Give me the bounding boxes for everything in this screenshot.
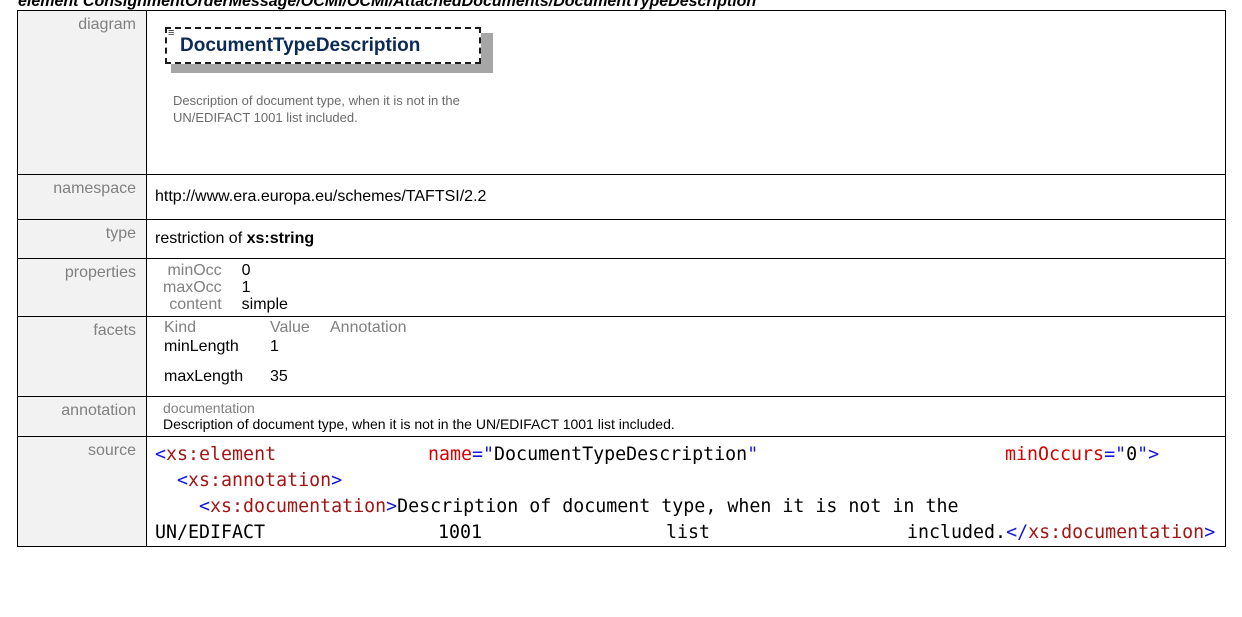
facets-header-annotation: Annotation (330, 319, 407, 336)
attribute-value: 0 (1126, 444, 1138, 465)
source-row: source <xs:element name="DocumentTypeDesc… (17, 436, 1226, 547)
diagram-row: diagram ≡ DocumentTypeDescription Descri… (17, 10, 1226, 175)
row-label-source: source (17, 436, 147, 547)
properties-row: properties minOcc 0 maxOcc 1 content sim… (17, 258, 1226, 317)
documentation-text: list (666, 522, 711, 543)
source-line-2: <xs:annotation> (148, 468, 1225, 494)
facet-value: 35 (270, 368, 288, 385)
type-base[interactable]: xs:string (247, 230, 315, 247)
annotation-lines-icon: ≡ (168, 27, 175, 39)
namespace-value: http://www.era.europa.eu/schemes/TAFTSI/… (155, 188, 487, 205)
tag-bracket: < (155, 444, 167, 465)
row-label-type: type (17, 219, 147, 259)
property-row: content simple (163, 296, 288, 313)
facet-annotation (330, 368, 407, 386)
facets-header-value: Value (270, 319, 310, 336)
tag-name: xs:annotation (188, 470, 332, 491)
property-key: minOcc (167, 262, 222, 279)
documentation-text: Description of document type, when it is… (397, 496, 959, 517)
type-prefix: restriction of (155, 230, 243, 247)
annotation-value: Description of document type, when it is… (163, 416, 675, 432)
documentation-text: 1001 (438, 522, 483, 543)
source-line-4: UN/EDIFACT 1001 list included.</xs:document… (148, 520, 1225, 546)
element-name: DocumentTypeDescription (180, 35, 421, 56)
attribute-name: name (428, 444, 473, 465)
property-key: maxOcc (163, 279, 222, 296)
source-line-3: <xs:documentation>Description of documen… (148, 494, 1225, 520)
element-documentation-table: diagram ≡ DocumentTypeDescription Descri… (17, 10, 1226, 547)
attribute-name: minOccurs (1005, 444, 1105, 465)
facets-table: Kind Value Annotation minLength 1 maxLen… (164, 320, 407, 386)
documentation-text: included. (907, 522, 1007, 543)
type-value: restriction of xs:string (155, 220, 1225, 258)
namespace-row: namespace http://www.era.europa.eu/schem… (17, 174, 1226, 220)
tag-bracket: > (1204, 522, 1216, 543)
attribute-quote: "> (1137, 444, 1160, 465)
property-value: 1 (241, 279, 251, 296)
facet-annotation (330, 336, 407, 368)
facet-kind: minLength (164, 338, 239, 355)
diagram-cell: ≡ DocumentTypeDescription Description of… (146, 10, 1226, 175)
type-row: type restriction of xs:string (17, 219, 1226, 259)
row-label-annotation: annotation (17, 396, 147, 437)
tag-name: xs:element (166, 444, 277, 465)
row-label-properties: properties (17, 258, 147, 317)
property-row: maxOcc 1 (163, 279, 288, 296)
source-code: <xs:element name="DocumentTypeDescription… (146, 436, 1226, 547)
row-label-facets: facets (17, 316, 147, 397)
element-description: Description of document type, when it is… (173, 93, 460, 125)
annotation-row: annotation documentation Description of … (17, 396, 1226, 437)
namespace-cell: http://www.era.europa.eu/schemes/TAFTSI/… (146, 174, 1226, 220)
tag-name: xs:documentation (210, 496, 387, 517)
attribute-equals: =" (472, 444, 495, 465)
tag-bracket: > (331, 470, 343, 491)
attribute-quote: " (747, 444, 759, 465)
facets-cell: Kind Value Annotation minLength 1 maxLen… (146, 316, 1226, 397)
annotation-key: documentation (163, 400, 255, 416)
facets-header-kind: Kind (164, 319, 197, 336)
facet-row: minLength 1 (164, 336, 407, 368)
property-key: content (169, 296, 222, 313)
properties-table: minOcc 0 maxOcc 1 content simple (163, 262, 288, 313)
tag-bracket: </ (1006, 522, 1029, 543)
source-line-1: <xs:element name="DocumentTypeDescription… (148, 442, 1225, 468)
facets-row: facets Kind Value Annotation minLength 1… (17, 316, 1226, 397)
element-diagram: ≡ DocumentTypeDescription Description of… (147, 11, 1225, 174)
tag-name: xs:documentation (1028, 522, 1205, 543)
type-cell: restriction of xs:string (146, 219, 1226, 259)
facet-value: 1 (270, 338, 279, 355)
property-value: simple (241, 296, 288, 313)
attribute-equals: =" (1104, 444, 1127, 465)
tag-bracket: < (199, 496, 211, 517)
property-row: minOcc 0 (163, 262, 288, 279)
documentation-text: UN/EDIFACT (155, 522, 266, 543)
attribute-value: DocumentTypeDescription (494, 444, 748, 465)
property-value: 0 (241, 262, 251, 279)
row-label-diagram: diagram (17, 10, 147, 175)
annotation-cell: documentation Description of document ty… (146, 396, 1226, 437)
facet-row: maxLength 35 (164, 368, 407, 386)
row-label-namespace: namespace (17, 174, 147, 220)
annotation-block: documentation Description of document ty… (163, 400, 1225, 432)
element-box[interactable]: ≡ DocumentTypeDescription (165, 27, 493, 73)
tag-bracket: < (177, 470, 189, 491)
tag-bracket: > (386, 496, 398, 517)
facets-header-row: Kind Value Annotation (164, 320, 407, 336)
properties-cell: minOcc 0 maxOcc 1 content simple (146, 258, 1226, 317)
facet-kind: maxLength (164, 368, 244, 385)
